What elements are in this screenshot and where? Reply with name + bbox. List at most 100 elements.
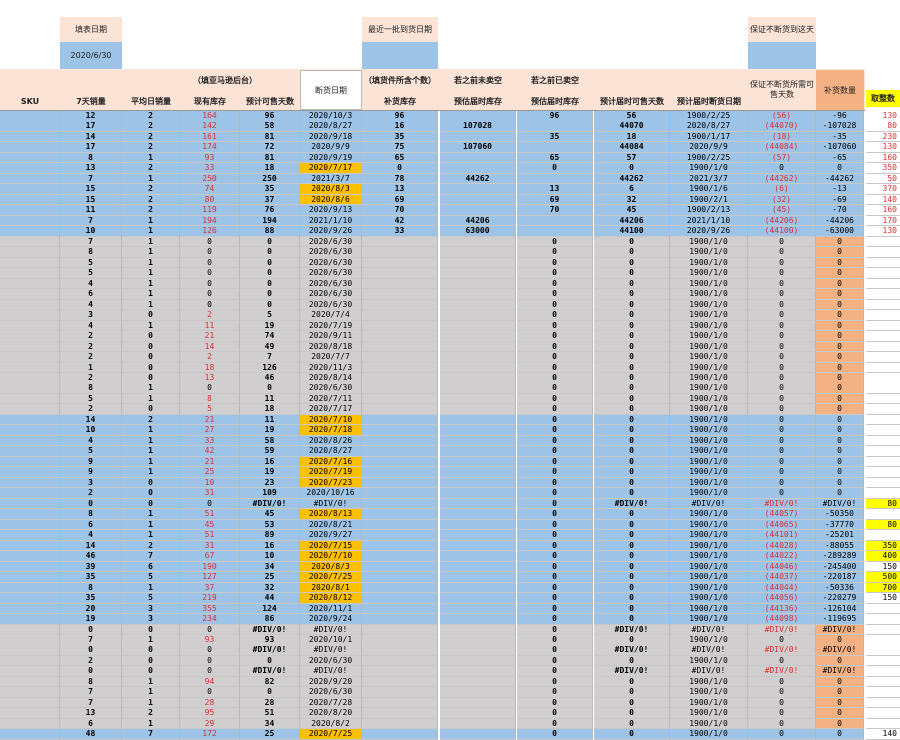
cell-h[interactable]: 0 (517, 645, 593, 656)
cell-l[interactable]: 0 (816, 341, 864, 353)
cell-d[interactable]: 81 (240, 152, 300, 164)
cell-i[interactable]: 0 (594, 572, 670, 583)
cell-l[interactable]: -245400 (816, 561, 864, 573)
cell-sku[interactable] (0, 655, 60, 667)
cell-g[interactable] (440, 498, 516, 510)
cell-b[interactable]: 2 (122, 131, 180, 143)
cell-e[interactable]: 2020/6/30 (300, 687, 362, 698)
cell-j[interactable]: 1900/1/6 (670, 184, 748, 195)
cell-h[interactable]: 0 (517, 561, 593, 573)
cell-l[interactable]: -44262 (816, 173, 864, 185)
cell-b[interactable]: 0 (122, 341, 180, 353)
cell-j[interactable]: 1900/1/17 (670, 131, 748, 143)
cell-g[interactable] (440, 404, 516, 415)
cell-i[interactable]: 0 (594, 718, 670, 730)
cell-l[interactable]: #DIV/0! (816, 624, 864, 636)
cell-i[interactable]: 0 (594, 289, 670, 300)
cell-h[interactable]: 0 (517, 373, 593, 384)
cell-g[interactable] (440, 540, 516, 552)
cell-l[interactable]: 0 (816, 467, 864, 478)
cell-c[interactable]: 25 (180, 467, 240, 478)
cell-d[interactable]: 89 (240, 530, 300, 541)
cell-m[interactable]: 700 (866, 582, 900, 594)
cell-l[interactable]: -220279 (816, 593, 864, 604)
cell-c[interactable]: 161 (180, 131, 240, 143)
cell-e[interactable]: 2020/9/20 (300, 676, 362, 688)
cell-m[interactable] (866, 331, 900, 342)
cell-d[interactable]: 86 (240, 614, 300, 625)
cell-i[interactable]: 0 (594, 446, 670, 457)
cell-g[interactable] (440, 635, 516, 646)
cell-j[interactable]: 1900/1/0 (670, 331, 748, 342)
cell-a[interactable]: 5 (60, 393, 122, 405)
cell-m[interactable] (866, 456, 900, 468)
cell-f[interactable] (362, 519, 438, 531)
cell-a[interactable]: 3 (60, 477, 122, 489)
cell-sku[interactable] (0, 341, 60, 353)
cell-f[interactable] (362, 257, 438, 269)
cell-m[interactable]: 230 (866, 131, 900, 143)
cell-sku[interactable] (0, 572, 60, 583)
cell-g[interactable] (440, 477, 516, 489)
cell-m[interactable] (866, 278, 900, 290)
cell-e[interactable]: 2020/8/14 (300, 373, 362, 384)
cell-a[interactable]: 7 (60, 635, 122, 646)
cell-e[interactable]: 2020/7/17 (300, 163, 362, 174)
cell-g[interactable] (440, 352, 516, 363)
cell-j[interactable]: 1900/1/0 (670, 572, 748, 583)
cell-k[interactable]: (44056) (748, 593, 816, 604)
cell-b[interactable]: 1 (122, 236, 180, 248)
cell-g[interactable] (440, 131, 516, 143)
cell-g[interactable] (440, 163, 516, 174)
cell-g[interactable]: 107060 (440, 142, 516, 153)
cell-h[interactable]: 13 (517, 184, 593, 195)
cell-d[interactable]: 0 (240, 299, 300, 311)
cell-sku[interactable] (0, 205, 60, 216)
cell-f[interactable] (362, 299, 438, 311)
cell-g[interactable] (440, 572, 516, 583)
cell-e[interactable]: 2020/8/21 (300, 519, 362, 531)
cell-m[interactable]: 80 (866, 519, 900, 531)
cell-h[interactable]: 0 (517, 708, 593, 719)
cell-l[interactable]: 0 (816, 456, 864, 468)
cell-sku[interactable] (0, 603, 60, 615)
cell-l[interactable]: -63000 (816, 226, 864, 237)
cell-a[interactable]: 2 (60, 352, 122, 363)
cell-e[interactable]: 2020/8/13 (300, 509, 362, 520)
cell-c[interactable]: 174 (180, 142, 240, 153)
cell-d[interactable]: 25 (240, 572, 300, 583)
cell-b[interactable]: 1 (122, 393, 180, 405)
cell-f[interactable] (362, 310, 438, 321)
cell-i[interactable]: 0 (594, 299, 670, 311)
cell-c[interactable]: 0 (180, 257, 240, 269)
cell-d[interactable]: 37 (240, 194, 300, 206)
cell-j[interactable]: 1900/1/0 (670, 530, 748, 541)
cell-j[interactable]: 1900/1/0 (670, 687, 748, 698)
cell-i[interactable]: 0 (594, 331, 670, 342)
cell-c[interactable]: 37 (180, 582, 240, 594)
cell-e[interactable]: 2020/7/4 (300, 310, 362, 321)
cell-b[interactable]: 0 (122, 498, 180, 510)
cell-sku[interactable] (0, 645, 60, 656)
cell-f[interactable] (362, 530, 438, 541)
cell-a[interactable]: 14 (60, 414, 122, 426)
cell-j[interactable]: 1900/1/0 (670, 603, 748, 615)
cell-i[interactable]: 0 (594, 582, 670, 594)
cell-i[interactable]: 0 (594, 414, 670, 426)
cell-sku[interactable] (0, 718, 60, 730)
cell-e[interactable]: 2020/9/19 (300, 152, 362, 164)
cell-d[interactable]: 11 (240, 414, 300, 426)
cell-k[interactable]: 0 (748, 446, 816, 457)
cell-h[interactable]: 0 (517, 257, 593, 269)
cell-m[interactable]: 150 (866, 593, 900, 604)
cell-j[interactable]: 1900/1/0 (670, 540, 748, 552)
cell-b[interactable]: 1 (122, 320, 180, 332)
cell-f[interactable] (362, 635, 438, 646)
cell-k[interactable]: 0 (748, 729, 816, 740)
cell-j[interactable]: #DIV/0! (670, 645, 748, 656)
cell-j[interactable]: 1900/1/0 (670, 404, 748, 415)
cell-m[interactable] (866, 435, 900, 447)
cell-j[interactable]: #DIV/0! (670, 624, 748, 636)
cell-g[interactable] (440, 310, 516, 321)
cell-h[interactable]: 0 (517, 666, 593, 677)
